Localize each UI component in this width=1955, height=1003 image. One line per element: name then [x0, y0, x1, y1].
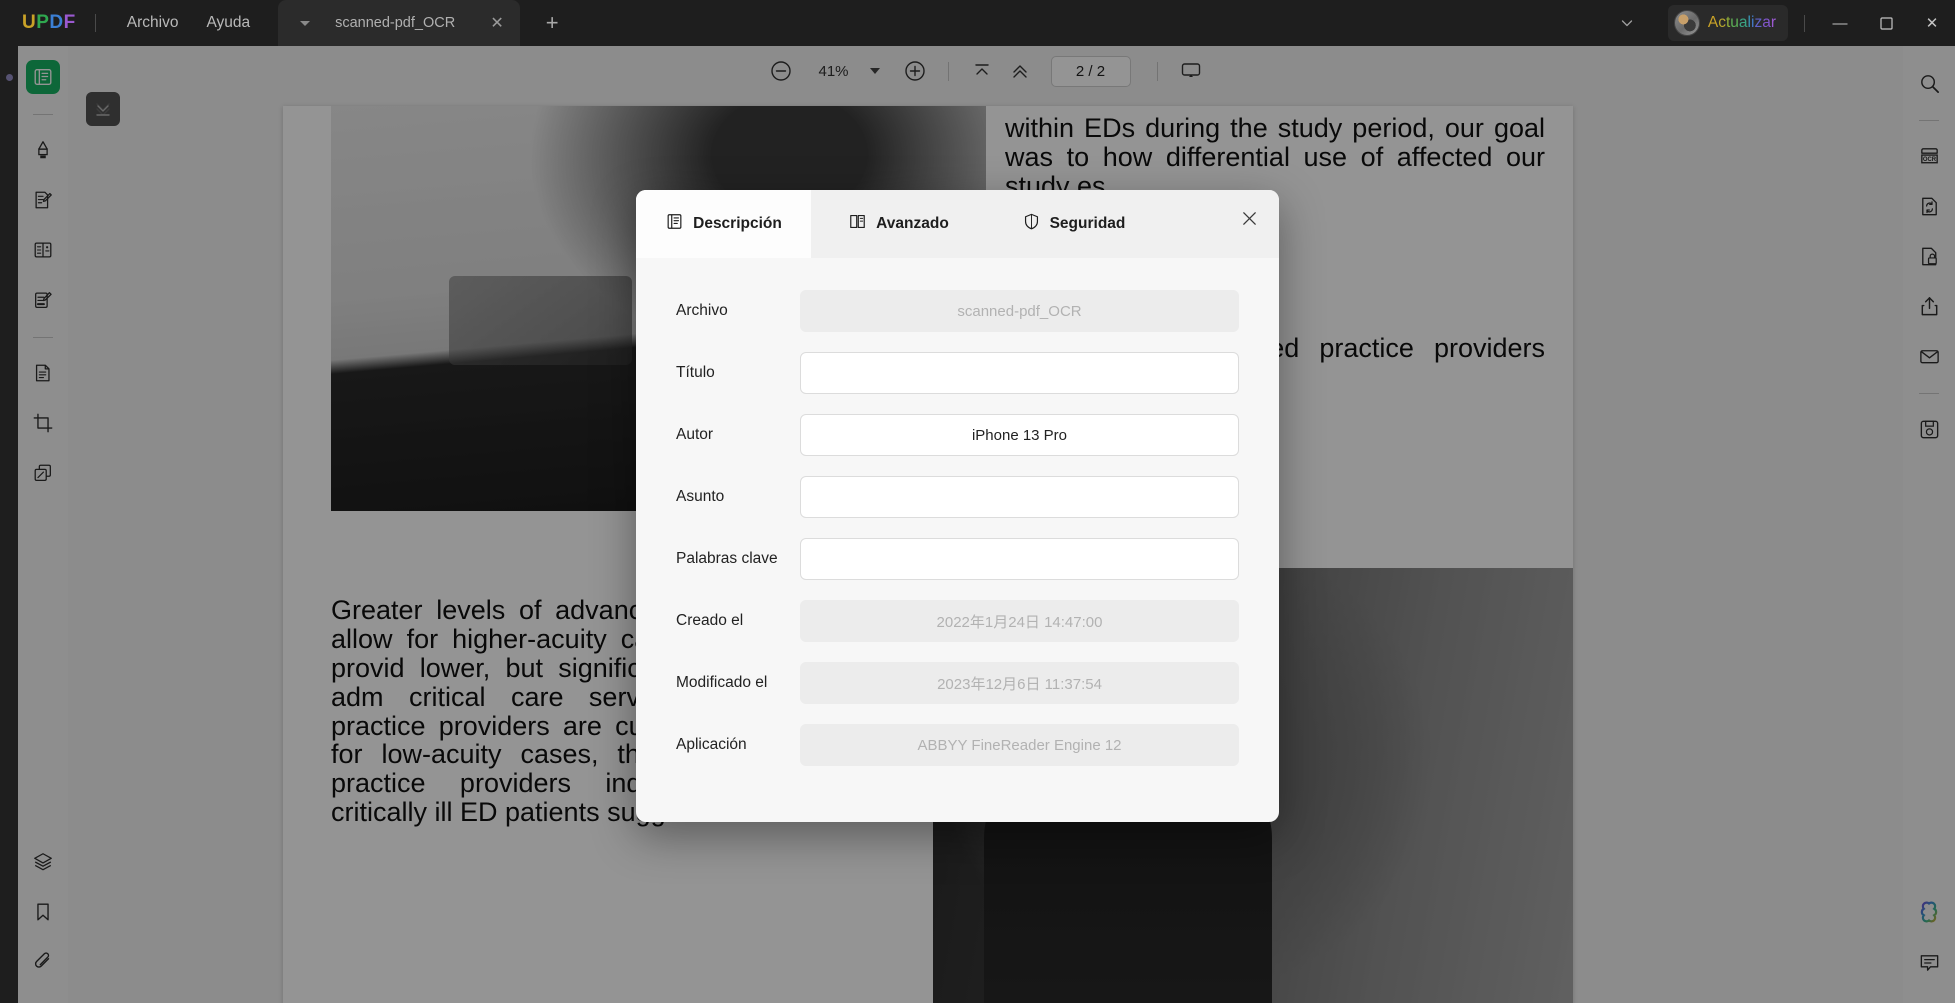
update-label-letter-1: c	[1718, 14, 1726, 31]
field-archivo-label: Archivo	[676, 302, 728, 319]
update-label-letter-9: r	[1770, 14, 1776, 31]
updf-application-window: UPDF Archivo Ayuda scanned-pdf_OCR ✕ + A…	[0, 0, 1955, 1003]
menu-archivo[interactable]: Archivo	[113, 8, 193, 38]
dialog-close-icon[interactable]	[1233, 202, 1265, 234]
field-palabras-clave[interactable]	[800, 538, 1239, 580]
tab-seguridad[interactable]: Seguridad	[986, 190, 1161, 258]
field-modificado-el-label: Modificado el	[676, 674, 768, 691]
field-titulo-row: Título	[676, 342, 1239, 404]
tab-seguridad-label: Seguridad	[1049, 215, 1126, 232]
field-modificado-el-row: Modificado el 2023年12月6日 11:37:54	[676, 652, 1239, 714]
field-asunto[interactable]	[800, 476, 1239, 518]
update-label-letter-7: z	[1754, 14, 1763, 31]
tab-descripcion[interactable]: Descripción	[636, 190, 811, 258]
minimize-button[interactable]: —	[1817, 0, 1863, 46]
maximize-button[interactable]	[1863, 0, 1909, 46]
field-autor-row: Autor iPhone 13 Pro	[676, 404, 1239, 466]
titlebar-right-group: Actualizar — ✕	[1610, 0, 1955, 46]
tab-descripcion-label: Descripción	[693, 215, 782, 232]
avatar	[1673, 10, 1700, 36]
updf-logo-letter-0: U	[22, 12, 37, 33]
updf-logo-letter-3: F	[63, 12, 76, 33]
field-palabras-clave-label: Palabras clave	[676, 550, 778, 567]
field-aplicacion: ABBYY FineReader Engine 12	[800, 724, 1239, 766]
status-dot	[6, 74, 13, 81]
field-aplicacion-row: Aplicación ABBYY FineReader Engine 12	[676, 714, 1239, 776]
update-label-letter-0: A	[1707, 14, 1719, 31]
close-button[interactable]: ✕	[1909, 0, 1955, 46]
window-controls-divider	[1804, 14, 1805, 32]
update-label: Actualizar	[1708, 14, 1776, 32]
dialog-form: Archivo scanned-pdf_OCR Título Autor iPhone …	[636, 258, 1279, 776]
updf-logo-letter-1: P	[36, 12, 50, 33]
document-description-icon	[665, 212, 684, 236]
logo-divider	[94, 14, 96, 32]
field-titulo[interactable]	[800, 352, 1239, 394]
chevron-down-icon[interactable]	[1610, 6, 1644, 40]
field-archivo-row: Archivo scanned-pdf_OCR	[676, 280, 1239, 342]
tab-avanzado-label: Avanzado	[876, 215, 949, 232]
shield-icon	[1022, 212, 1041, 236]
tab-title: scanned-pdf_OCR	[335, 15, 456, 31]
field-autor[interactable]: iPhone 13 Pro	[800, 414, 1239, 456]
field-asunto-row: Asunto	[676, 466, 1239, 528]
field-modificado-el: 2023年12月6日 11:37:54	[800, 662, 1239, 704]
update-label-letter-8: a	[1762, 14, 1771, 31]
title-bar: UPDF Archivo Ayuda scanned-pdf_OCR ✕ + A…	[0, 0, 1955, 46]
update-label-letter-3: u	[1730, 14, 1739, 31]
left-edge-strip	[0, 46, 18, 1003]
document-tab[interactable]: scanned-pdf_OCR ✕	[278, 0, 521, 46]
update-label-letter-4: a	[1738, 14, 1748, 31]
field-autor-label: Autor	[676, 426, 714, 443]
field-creado-el-label: Creado el	[676, 612, 744, 629]
updf-logo: UPDF	[22, 12, 76, 34]
field-archivo: scanned-pdf_OCR	[800, 290, 1239, 332]
field-creado-el-row: Creado el 2022年1月24日 14:47:00	[676, 590, 1239, 652]
dialog-tab-bar: Descripción Avanzado Seguridad	[636, 190, 1279, 258]
field-palabras-clave-row: Palabras clave	[676, 528, 1239, 590]
field-creado-el: 2022年1月24日 14:47:00	[800, 600, 1239, 642]
tab-avanzado[interactable]: Avanzado	[811, 190, 986, 258]
new-tab-button[interactable]: +	[538, 9, 566, 37]
update-button[interactable]: Actualizar	[1667, 5, 1788, 41]
updf-logo-letter-2: D	[49, 12, 64, 33]
field-aplicacion-label: Aplicación	[676, 736, 747, 753]
field-asunto-label: Asunto	[676, 488, 725, 505]
menu-ayuda[interactable]: Ayuda	[192, 8, 264, 38]
field-titulo-label: Título	[676, 364, 715, 381]
document-properties-dialog: Descripción Avanzado Seguridad Archivo sc…	[636, 190, 1279, 822]
tab-close-icon[interactable]: ✕	[484, 10, 510, 36]
book-open-icon	[848, 212, 867, 236]
